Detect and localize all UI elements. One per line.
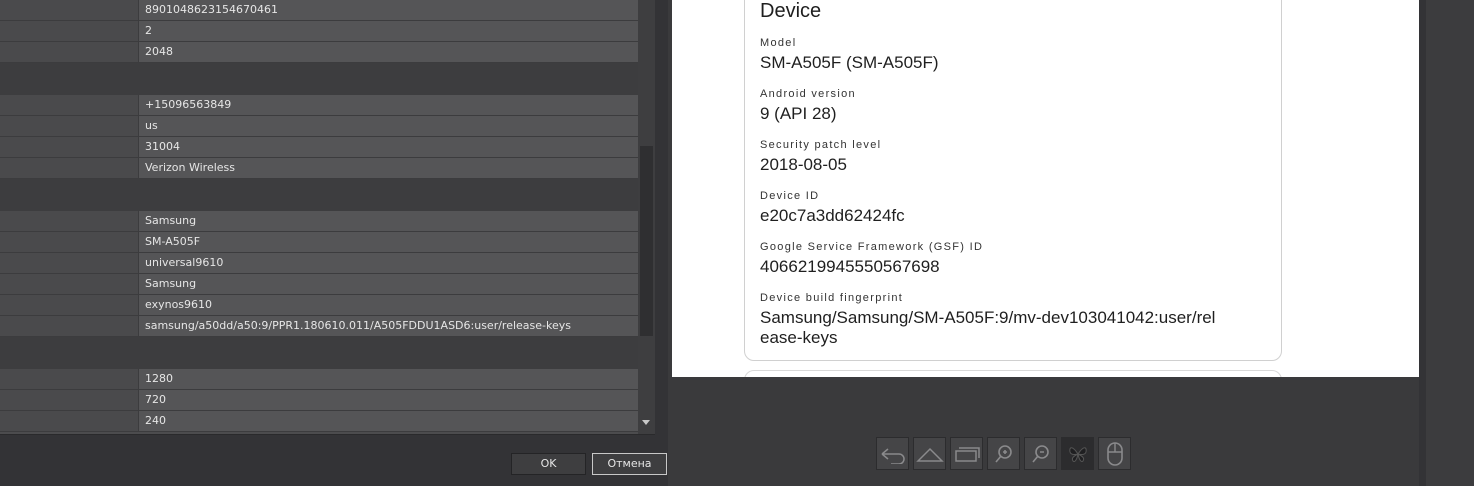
scroll-down-arrow-icon[interactable] <box>642 420 650 425</box>
property-row[interactable]: SM-A505F <box>0 232 638 253</box>
property-row[interactable]: 8901048623154670461 <box>0 0 638 21</box>
next-card <box>744 370 1282 377</box>
field-label-security-patch: Security patch level <box>760 139 882 151</box>
property-key <box>0 369 139 389</box>
device-info-card: Device Model SM-A505F (SM-A505F) Android… <box>744 0 1282 361</box>
field-value-build-fingerprint: Samsung/Samsung/SM-A505F:9/mv-dev1030410… <box>760 308 1216 347</box>
property-value: 1280 <box>139 369 638 389</box>
property-value: 2048 <box>139 42 638 62</box>
property-value: 240 <box>139 411 638 431</box>
property-value: us <box>139 116 638 136</box>
property-grid: 8901048623154670461 2 2048 +15096563849 … <box>0 0 655 434</box>
property-value: 8901048623154670461 <box>139 0 638 20</box>
property-key <box>0 274 139 294</box>
card-title: Device <box>760 0 822 22</box>
field-value-gsf-id: 4066219945550567698 <box>760 257 940 276</box>
property-row[interactable]: us <box>0 116 638 137</box>
property-row[interactable]: +15096563849 <box>0 95 638 116</box>
ok-button[interactable]: OK <box>511 453 586 475</box>
recent-apps-icon <box>954 446 980 462</box>
emulator-panel: Device Model SM-A505F (SM-A505F) Android… <box>668 0 1474 486</box>
property-value: 2 <box>139 21 638 41</box>
property-key <box>0 411 139 431</box>
property-value: universal9610 <box>139 253 638 273</box>
vertical-scrollbar[interactable] <box>638 0 655 434</box>
dialog-footer: OK Отмена <box>0 435 668 486</box>
field-label-build-fingerprint: Device build fingerprint <box>760 292 904 304</box>
property-row[interactable]: 2048 <box>0 42 638 63</box>
property-value: +15096563849 <box>139 95 638 115</box>
property-key <box>0 390 139 410</box>
emulator-side-strip <box>1419 0 1426 486</box>
property-key <box>0 42 139 62</box>
property-value: 720 <box>139 390 638 410</box>
property-key <box>0 316 139 336</box>
emulator-right-panel <box>1426 0 1474 486</box>
property-row[interactable]: Verizon Wireless <box>0 158 638 179</box>
zoom-in-icon <box>994 444 1012 463</box>
cancel-button[interactable]: Отмена <box>592 453 667 475</box>
property-row[interactable]: 1280 <box>0 369 638 390</box>
property-key <box>0 158 139 178</box>
property-value: Samsung <box>139 274 638 294</box>
scrollbar-thumb[interactable] <box>640 146 653 336</box>
property-row[interactable]: universal9610 <box>0 253 638 274</box>
property-row[interactable]: exynos9610 <box>0 295 638 316</box>
category-header[interactable] <box>0 63 638 95</box>
field-value-android-version: 9 (API 28) <box>760 104 837 123</box>
field-value-security-patch: 2018-08-05 <box>760 155 847 174</box>
butterfly-button[interactable] <box>1061 437 1094 470</box>
field-label-device-id: Device ID <box>760 190 820 202</box>
property-key <box>0 211 139 231</box>
property-row[interactable]: samsung/a50dd/a50:9/PPR1.180610.011/A505… <box>0 316 638 337</box>
property-row[interactable]: 2 <box>0 21 638 42</box>
property-key <box>0 137 139 157</box>
zoom-out-icon <box>1031 444 1049 463</box>
property-key <box>0 21 139 41</box>
field-value-device-id: e20c7a3dd62424fc <box>760 206 905 225</box>
device-screen[interactable]: Device Model SM-A505F (SM-A505F) Android… <box>672 0 1419 377</box>
emulator-toolbar <box>876 437 1131 471</box>
property-value: Samsung <box>139 211 638 231</box>
property-value: Verizon Wireless <box>139 158 638 178</box>
field-label-gsf-id: Google Service Framework (GSF) ID <box>760 241 984 253</box>
property-value: SM-A505F <box>139 232 638 252</box>
zoom-out-button[interactable] <box>1024 437 1057 470</box>
property-value: samsung/a50dd/a50:9/PPR1.180610.011/A505… <box>139 316 638 336</box>
property-row[interactable]: Samsung <box>0 274 638 295</box>
butterfly-icon <box>1068 446 1087 462</box>
field-value-model: SM-A505F (SM-A505F) <box>760 53 939 72</box>
property-row[interactable]: Samsung <box>0 211 638 232</box>
zoom-in-button[interactable] <box>987 437 1020 470</box>
mouse-icon <box>1106 441 1123 466</box>
property-key <box>0 232 139 252</box>
property-key <box>0 95 139 115</box>
property-row[interactable]: 720 <box>0 390 638 411</box>
property-row[interactable]: 31004 <box>0 137 638 158</box>
field-label-model: Model <box>760 37 797 49</box>
back-icon <box>881 447 905 464</box>
property-key <box>0 295 139 315</box>
home-icon <box>915 447 944 462</box>
category-header[interactable] <box>0 337 638 369</box>
mouse-button[interactable] <box>1098 437 1131 470</box>
property-value: 31004 <box>139 137 638 157</box>
property-key <box>0 0 139 20</box>
property-row[interactable]: 240 <box>0 411 638 432</box>
back-button[interactable] <box>876 437 909 470</box>
property-key <box>0 116 139 136</box>
home-button[interactable] <box>913 437 946 470</box>
property-value: exynos9610 <box>139 295 638 315</box>
recent-apps-button[interactable] <box>950 437 983 470</box>
property-key <box>0 253 139 273</box>
field-label-android-version: Android version <box>760 88 856 100</box>
category-header[interactable] <box>0 179 638 211</box>
